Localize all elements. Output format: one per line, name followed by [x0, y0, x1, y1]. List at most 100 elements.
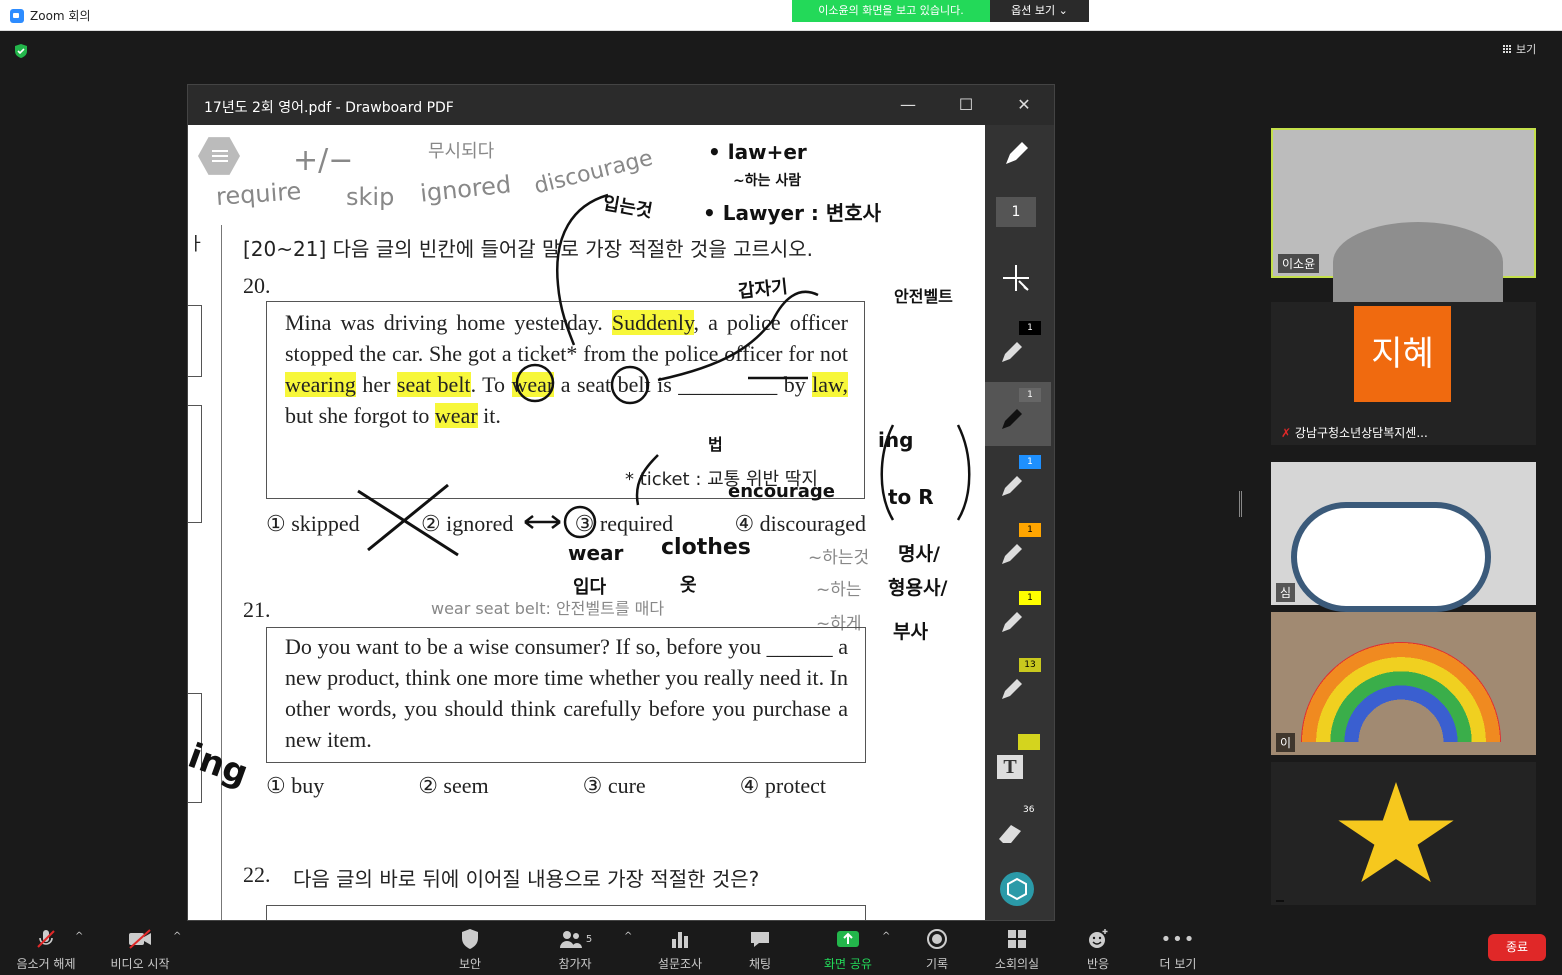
option-21-3: ③ cure	[582, 773, 646, 798]
start-video-button[interactable]: 비디오 시작	[100, 925, 180, 972]
pen-tool-1[interactable]: 1	[985, 315, 1051, 379]
settings-hex-icon[interactable]	[999, 871, 1035, 907]
maximize-icon[interactable]: ☐	[956, 95, 976, 115]
pen-1-badge: 1	[1019, 321, 1041, 335]
panel-resize-handle[interactable]	[1239, 491, 1242, 517]
question-21-options: ① buy ② seem ③ cure ④ protect	[266, 773, 826, 799]
question-22-instruction: 다음 글의 바로 뒤에 이어질 내용으로 가장 적절한 것은?	[293, 867, 760, 891]
pen-icon	[1002, 409, 1022, 429]
pen-mode-icon[interactable]	[1002, 140, 1030, 168]
text-tool-icon[interactable]: T	[997, 755, 1023, 779]
participant-tile[interactable]	[1271, 762, 1536, 905]
participant-name: ✗ 강남구청소년상담복지센...	[1281, 426, 1428, 440]
annotation-clothes-korean: 옷	[680, 575, 697, 596]
highlight-wearing: wearing	[285, 372, 356, 397]
muted-microphone-icon	[37, 930, 55, 948]
annotation-wear-korean: 입는것	[601, 192, 654, 223]
highlighter-badge: 13	[1019, 658, 1041, 672]
share-screen-icon	[837, 931, 859, 947]
security-shield-icon	[462, 929, 478, 949]
question-20-passage: Mina was driving home yesterday. Suddenl…	[285, 310, 849, 428]
window-titlebar: Zoom 회의	[0, 0, 1562, 31]
grid-icon	[1503, 44, 1512, 54]
color-swatch[interactable]	[1018, 734, 1040, 750]
record-button[interactable]: 기록	[897, 925, 977, 972]
page-column-line	[221, 225, 222, 920]
window-title: Zoom 회의	[30, 9, 91, 23]
participant-tile[interactable]: 이	[1271, 612, 1536, 755]
annotation-korean-top: 무시되다	[428, 141, 495, 162]
end-meeting-button[interactable]: 종료	[1488, 934, 1546, 961]
more-button[interactable]: ••• 더 보기	[1138, 925, 1218, 972]
polls-button[interactable]: 설문조사	[640, 925, 720, 972]
participant-name: 심	[1276, 583, 1296, 602]
highlight-wear: wear	[511, 372, 555, 397]
chat-bubble-icon	[751, 932, 769, 947]
breakout-rooms-button[interactable]: 소회의실	[977, 925, 1057, 972]
screen-share-banner: 이소윤의 화면을 보고 있습니다. 옵션 보기 ⌄	[792, 0, 1089, 22]
annotation-hanun-geot: ~하는것	[808, 548, 870, 568]
annotation-lawyer: • Lawyer : 변호사	[703, 201, 882, 225]
pen-icon	[1002, 544, 1022, 564]
pdf-window-title: 17년도 2회 영어.pdf - Drawboard PDF	[204, 100, 454, 116]
pen-tool-4[interactable]: 1	[985, 517, 1051, 581]
rainbow-sticker	[1301, 642, 1501, 742]
minimize-icon[interactable]: —	[898, 95, 918, 115]
annotation-skip: skip	[346, 183, 395, 211]
participants-button[interactable]: 5 참가자	[535, 925, 615, 972]
annotation-lawter-sub: ~하는 사람	[733, 173, 802, 189]
view-layout-button[interactable]: 보기	[1503, 41, 1536, 57]
hamburger-menu-button[interactable]	[198, 137, 240, 175]
participant-tile[interactable]: 심	[1271, 462, 1536, 612]
audio-options-caret[interactable]: ^	[75, 931, 83, 942]
eraser-icon[interactable]	[997, 821, 1025, 845]
annotation-suddenly-korean: 갑자기	[737, 276, 789, 303]
close-icon[interactable]: ✕	[1014, 95, 1034, 115]
participant-name: 이	[1276, 733, 1296, 752]
question-22-passage-box	[266, 905, 866, 920]
pen-icon	[1002, 476, 1022, 496]
view-options-button[interactable]: 옵션 보기 ⌄	[990, 0, 1089, 22]
question-20-options: ① skipped ② ignored ③ required ④ discour…	[266, 511, 866, 537]
move-select-icon[interactable]	[1001, 263, 1031, 293]
pen-4-badge: 1	[1019, 523, 1041, 537]
annotation-hyeongyongsa: 형용사/	[888, 577, 948, 599]
unmute-button[interactable]: 음소거 해제	[6, 925, 86, 972]
participant-name: 이소윤	[1278, 254, 1320, 273]
reactions-button[interactable]: 반응	[1058, 925, 1138, 972]
pdf-page: ㅏ +/− 무시되다 require skip ignored discoura…	[188, 125, 985, 920]
annotation-ing: ing	[878, 428, 914, 452]
pen-tool-3[interactable]: 1	[985, 449, 1051, 513]
video-options-caret[interactable]: ^	[173, 931, 181, 942]
participant-tile-active-speaker[interactable]: 이소윤	[1271, 128, 1536, 302]
pen-tool-2[interactable]: 1	[985, 382, 1051, 446]
question-22-number: 22.	[243, 862, 271, 887]
page-number-indicator[interactable]: 1	[996, 197, 1036, 227]
highlight-suddenly: Suddenly	[611, 310, 694, 335]
security-button[interactable]: 보안	[430, 925, 510, 972]
margin-fragment: ㅏ	[188, 234, 205, 254]
pdf-window-titlebar: 17년도 2회 영어.pdf - Drawboard PDF — ☐ ✕	[188, 85, 1054, 125]
chat-button[interactable]: 채팅	[720, 925, 800, 972]
participant-tile[interactable]: 지혜 ✗ 강남구청소년상담복지센...	[1271, 302, 1536, 445]
pen-3-badge: 1	[1019, 455, 1041, 469]
eraser-badge: 36	[1023, 805, 1035, 815]
pen-5-badge: 1	[1019, 591, 1041, 605]
encryption-shield-icon[interactable]	[13, 43, 29, 59]
option-20-3: ③ required	[574, 511, 674, 536]
option-20-4: ④ discouraged	[734, 511, 866, 536]
meeting-toolbar: 음소거 해제 ^ 비디오 시작 ^ 보안 5 참가자 ^ 설문조사 채팅 화면 …	[0, 921, 1562, 975]
highlight-seat-belt: seat belt	[396, 372, 471, 397]
highlighter-tool[interactable]: 13	[985, 652, 1051, 716]
highlight-wear-2: wear	[434, 403, 478, 428]
reactions-emoji-icon	[1089, 929, 1108, 948]
more-dots-icon: •••	[1160, 928, 1196, 950]
highlighter-icon	[1002, 679, 1022, 699]
share-options-caret[interactable]: ^	[882, 931, 890, 942]
share-screen-button[interactable]: 화면 공유	[808, 925, 888, 972]
participant-name	[1276, 900, 1284, 902]
pen-tool-5[interactable]: 1	[985, 585, 1051, 649]
participants-options-caret[interactable]: ^	[624, 931, 632, 942]
breakout-rooms-icon	[1008, 930, 1026, 948]
annotation-ignored: ignored	[418, 170, 513, 208]
